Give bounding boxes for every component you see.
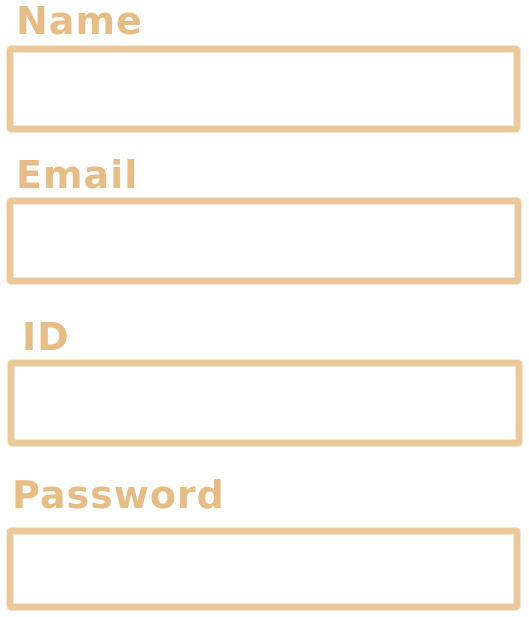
password-field-box[interactable] (7, 528, 520, 610)
email-label: Email (16, 153, 139, 197)
id-input[interactable] (14, 366, 516, 440)
password-input[interactable] (13, 534, 514, 604)
id-label: ID (22, 315, 70, 359)
email-input[interactable] (13, 204, 515, 278)
name-label: Name (16, 0, 143, 43)
email-field-box[interactable] (7, 198, 521, 284)
id-field-box[interactable] (8, 360, 522, 446)
name-field-box[interactable] (7, 46, 520, 132)
name-input[interactable] (13, 52, 514, 126)
password-label: Password (12, 473, 225, 517)
